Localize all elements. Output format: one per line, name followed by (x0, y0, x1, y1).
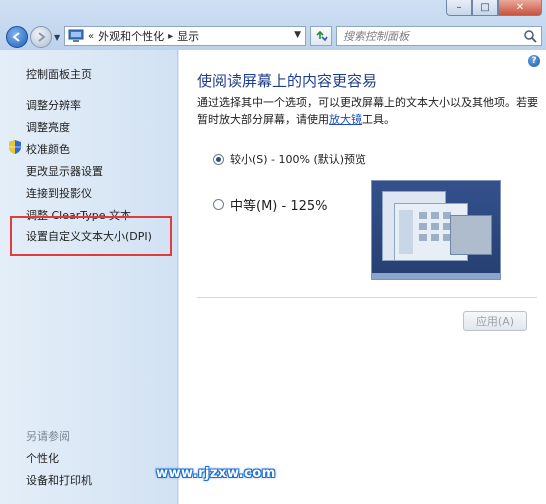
shield-icon (9, 140, 21, 154)
refresh-icon (316, 30, 328, 42)
minimize-button[interactable]: – (446, 0, 472, 16)
control-panel-icon (68, 29, 84, 43)
sidebar-item-display-settings[interactable]: 更改显示器设置 (26, 163, 103, 179)
arrow-left-icon (12, 32, 20, 42)
page-description: 通过选择其中一个选项，可以更改屏幕上的文本大小以及其他项。若要暂时放大部分屏幕，… (197, 94, 542, 128)
help-icon[interactable]: ? (528, 55, 540, 67)
breadcrumb-separator[interactable]: ▸ (168, 31, 173, 42)
sidebar: 控制面板主页 调整分辨率 调整亮度 校准颜色 更改显示器设置 连接到投影仪 调整… (0, 50, 178, 504)
page-title: 使阅读屏幕上的内容更容易 (197, 72, 378, 90)
preview-label: 预览 (344, 153, 366, 166)
preview-taskbar (372, 273, 500, 279)
sidebar-item-devices-printers[interactable]: 设备和打印机 (26, 472, 92, 488)
sidebar-item-brightness[interactable]: 调整亮度 (26, 119, 70, 135)
address-bar[interactable]: « 外观和个性化 ▸ 显示 ▼ (64, 26, 306, 46)
arrow-right-icon (38, 32, 46, 42)
option-smaller[interactable]: 较小(S) - 100% (默认) (213, 151, 344, 167)
sidebar-item-projector[interactable]: 连接到投影仪 (26, 185, 92, 201)
radio-smaller[interactable] (213, 153, 224, 165)
sidebar-item-resolution[interactable]: 调整分辨率 (26, 97, 81, 113)
preview-image (371, 180, 501, 280)
magnifier-link[interactable]: 放大镜 (329, 113, 362, 126)
close-icon: ✕ (515, 1, 525, 13)
preview-window-dialog (450, 215, 492, 255)
option-medium[interactable]: 中等(M) - 125% (213, 195, 327, 214)
refresh-button[interactable] (310, 26, 332, 46)
breadcrumb-display[interactable]: 显示 (177, 28, 199, 44)
divider (197, 297, 537, 298)
sidebar-item-home[interactable]: 控制面板主页 (26, 66, 92, 82)
option-medium-label[interactable]: 中等(M) - 125% (230, 195, 327, 214)
forward-button[interactable] (30, 26, 52, 48)
annotation-highlight-box (10, 216, 172, 256)
maximize-icon: □ (480, 1, 490, 13)
apply-button[interactable]: 应用(A) (463, 311, 527, 331)
main-content: 使阅读屏幕上的内容更容易 通过选择其中一个选项，可以更改屏幕上的文本大小以及其他… (179, 50, 546, 504)
search-box[interactable] (336, 26, 542, 46)
window-controls: – □ ✕ (446, 0, 542, 16)
see-also-heading: 另请参阅 (26, 430, 70, 443)
breadcrumb-overflow[interactable]: « (88, 31, 94, 42)
description-text-end: 工具。 (362, 113, 395, 126)
search-input[interactable] (343, 28, 523, 44)
close-button[interactable]: ✕ (498, 0, 542, 16)
sidebar-item-personalization[interactable]: 个性化 (26, 450, 59, 466)
search-icon[interactable] (523, 29, 537, 43)
radio-medium[interactable] (213, 199, 224, 210)
minimize-icon: – (456, 1, 462, 13)
sidebar-item-calibrate-color[interactable]: 校准颜色 (26, 141, 70, 157)
back-button[interactable] (6, 26, 28, 48)
watermark: www.rjzxw.com (156, 466, 276, 481)
recent-pages-dropdown-icon[interactable]: ▼ (54, 33, 60, 42)
address-dropdown-icon[interactable]: ▼ (294, 30, 301, 40)
option-smaller-label[interactable]: 较小(S) - 100% (默认) (230, 151, 344, 167)
breadcrumb-appearance[interactable]: 外观和个性化 (98, 28, 164, 44)
maximize-button[interactable]: □ (472, 0, 498, 16)
